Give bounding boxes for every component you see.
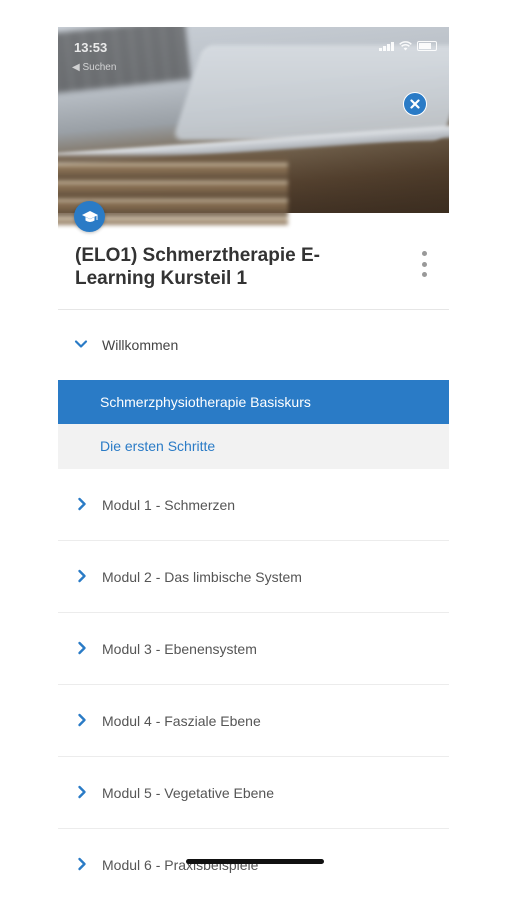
- module-row-3[interactable]: Modul 3 - Ebenensystem: [58, 613, 449, 685]
- section-header-willkommen[interactable]: Willkommen: [58, 310, 449, 380]
- module-row-2[interactable]: Modul 2 - Das limbische System: [58, 541, 449, 613]
- module-row-4[interactable]: Modul 4 - Fasziale Ebene: [58, 685, 449, 757]
- lesson-label: Die ersten Schritte: [100, 438, 216, 454]
- chevron-right-icon: [78, 713, 86, 727]
- lesson-label: Schmerzphysiotherapie Basiskurs: [100, 394, 311, 410]
- graduation-cap-icon: [81, 210, 98, 222]
- chevron-right-icon: [78, 857, 86, 871]
- app-screen: 13:53 ◀ Suchen (ELO1) Schmerztherapie E-…: [58, 27, 449, 900]
- more-options-button[interactable]: [418, 251, 430, 277]
- course-header-image: 13:53 ◀ Suchen: [58, 27, 449, 225]
- close-icon: [410, 99, 420, 109]
- course-badge: [74, 201, 105, 232]
- module-row-1[interactable]: Modul 1 - Schmerzen: [58, 469, 449, 541]
- status-icons: [379, 41, 437, 51]
- status-time: 13:53: [74, 40, 108, 55]
- home-indicator[interactable]: [186, 859, 324, 864]
- section-label: Willkommen: [102, 337, 179, 353]
- module-label: Modul 4 - Fasziale Ebene: [102, 713, 261, 729]
- back-to-search-link[interactable]: ◀ Suchen: [72, 62, 116, 73]
- module-label: Modul 2 - Das limbische System: [102, 569, 302, 585]
- course-title-area: (ELO1) Schmerztherapie E-Learning Kurste…: [58, 213, 449, 310]
- more-vertical-icon: [421, 251, 427, 256]
- chevron-right-icon: [78, 785, 86, 799]
- wifi-icon: [399, 41, 412, 51]
- cellular-signal-icon: [379, 42, 394, 51]
- module-label: Modul 1 - Schmerzen: [102, 497, 236, 513]
- module-row-6[interactable]: Modul 6 - Praxisbeispiele: [58, 829, 449, 900]
- module-label: Modul 5 - Vegetative Ebene: [102, 785, 275, 801]
- chevron-right-icon: [78, 569, 86, 583]
- battery-icon: [417, 41, 437, 51]
- chevron-down-icon: [74, 340, 88, 348]
- lesson-item[interactable]: Die ersten Schritte: [58, 424, 449, 469]
- chevron-right-icon: [78, 497, 86, 511]
- chevron-right-icon: [78, 641, 86, 655]
- course-title: (ELO1) Schmerztherapie E-Learning Kurste…: [75, 245, 320, 289]
- status-bar: 13:53 ◀ Suchen: [58, 27, 449, 73]
- module-row-5[interactable]: Modul 5 - Vegetative Ebene: [58, 757, 449, 829]
- lesson-item-active[interactable]: Schmerzphysiotherapie Basiskurs: [58, 380, 449, 424]
- module-label: Modul 3 - Ebenensystem: [102, 641, 257, 657]
- close-button[interactable]: [403, 92, 427, 116]
